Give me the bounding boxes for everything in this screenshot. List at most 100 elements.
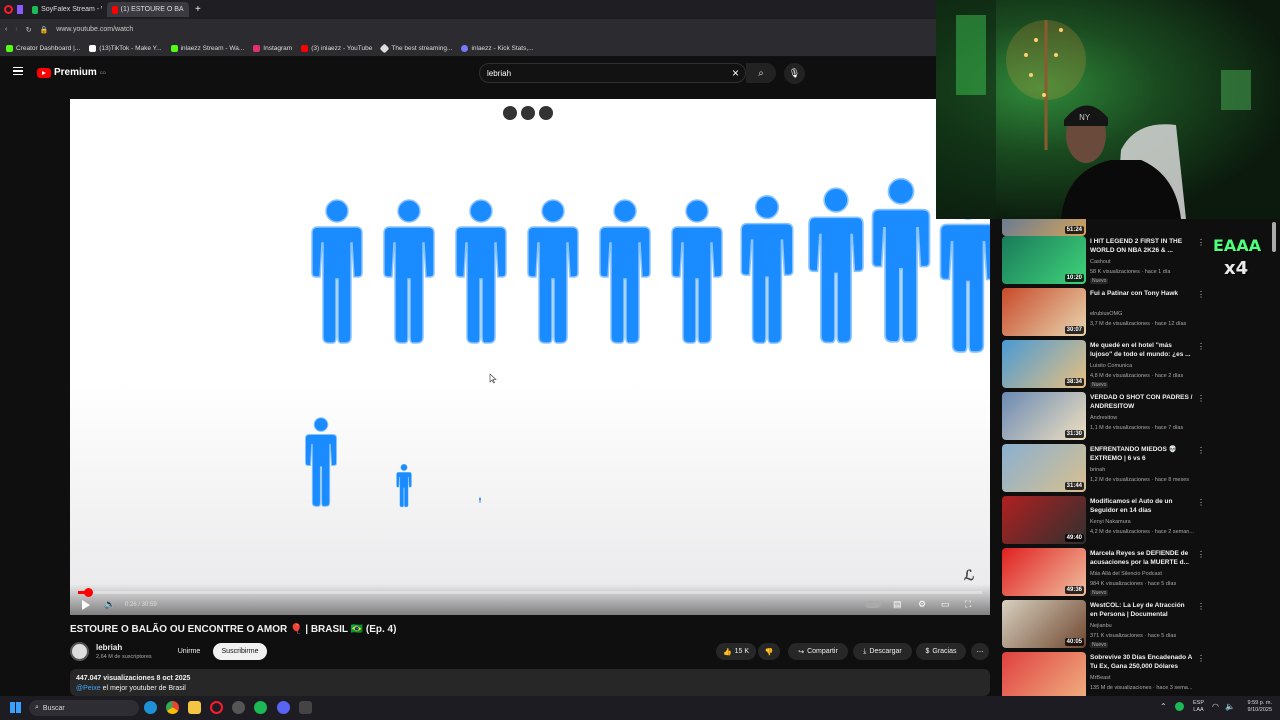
tab-youtube[interactable]: (1) ESTOURE O BALÃO OU — [107, 2, 189, 17]
video-thumbnail[interactable] — [1002, 652, 1086, 696]
copy-icon[interactable] — [503, 106, 517, 120]
bookmark-youtube[interactable]: (3) inlaezz - YouTube — [301, 44, 372, 52]
app-icon[interactable] — [299, 701, 312, 714]
more-options-icon[interactable]: ⋮ — [1197, 550, 1205, 559]
channel-name[interactable]: elrubiusOMG — [1090, 311, 1122, 317]
channel-name[interactable]: Nejianbu — [1090, 623, 1112, 629]
url-field[interactable]: www.youtube.com/watch — [56, 26, 133, 33]
video-title[interactable]: Modificamos el Auto de un Seguidor en 14… — [1090, 497, 1194, 515]
video-thumbnail[interactable]: 40:05 — [1002, 600, 1086, 648]
more-options-icon[interactable]: ⋮ — [1197, 342, 1205, 351]
recommended-video[interactable]: 49:36 Marcela Reyes se DEFIENDE de acusac… — [1002, 548, 1205, 598]
wifi-icon[interactable]: ◠ — [1212, 702, 1219, 711]
video-thumbnail[interactable]: 31:44 — [1002, 444, 1086, 492]
description-mention[interactable]: @Peixe — [76, 685, 101, 692]
scrollbar[interactable] — [1272, 222, 1276, 252]
video-title[interactable]: Sobrevive 30 Días Encadenado A Tu Ex, Ga… — [1090, 653, 1194, 671]
search-input[interactable]: lebriah — [479, 63, 746, 83]
opera-icon[interactable] — [4, 5, 13, 14]
video-title[interactable]: Me quedé en el hotel "más lujoso" de tod… — [1090, 341, 1194, 359]
bookmark-streaming[interactable]: The best streaming... — [379, 43, 452, 53]
recommended-video[interactable]: 30:07 Fui a Patinar con Tony Hawk elrubius… — [1002, 288, 1205, 338]
progress-scrubber[interactable] — [83, 588, 93, 597]
more-options-icon[interactable]: ⋮ — [1197, 654, 1205, 663]
more-options-icon[interactable]: ⋮ — [1197, 290, 1205, 299]
video-thumbnail[interactable]: 30:07 — [1002, 288, 1086, 336]
record-icon[interactable] — [539, 106, 553, 120]
channel-name[interactable]: Luisito Comunica — [1090, 363, 1132, 369]
clock[interactable]: 9:59 p. m. 9/10/2025 — [1240, 700, 1272, 714]
more-actions-button[interactable]: ⋯ — [971, 643, 989, 660]
recommended-video[interactable]: 38:34 Me quedé en el hotel "más lujoso" d… — [1002, 340, 1205, 390]
channel-name[interactable]: MrBeast — [1090, 675, 1110, 681]
bookmark-creator-dashboard[interactable]: Creator Dashboard |... — [6, 44, 80, 52]
like-button[interactable]: 👍 15 K — [716, 643, 756, 660]
channel-name[interactable]: Cashout — [1090, 259, 1111, 265]
language-indicator[interactable]: ESP LAA — [1193, 700, 1204, 714]
spotify-icon[interactable] — [254, 701, 267, 714]
subscribe-button[interactable]: Suscribirme — [213, 643, 267, 660]
obs-icon[interactable] — [232, 701, 245, 714]
file-explorer-icon[interactable] — [188, 701, 201, 714]
video-title[interactable]: I HIT LEGEND 2 FIRST IN THE WORLD ON NBA… — [1090, 237, 1194, 255]
subtitles-icon[interactable]: ▤ — [893, 598, 902, 611]
recommended-video[interactable]: Sobrevive 30 Días Encadenado A Tu Ex, Ga… — [1002, 652, 1205, 696]
back-icon[interactable]: ‹ — [5, 26, 7, 33]
channel-name[interactable]: Andresitow — [1090, 415, 1117, 421]
sidebar-icon[interactable] — [17, 5, 23, 14]
settings-icon[interactable]: ⚙ — [918, 598, 926, 611]
recommended-video[interactable]: 31:30 VERDAD O SHOT CON PADRES / ANDRESIT… — [1002, 392, 1205, 442]
new-tab-button[interactable]: + — [195, 4, 201, 15]
opera-icon[interactable] — [210, 701, 223, 714]
voice-search-button[interactable]: 🎙 — [784, 63, 805, 84]
description-box[interactable]: 447.047 visualizaciones 8 oct 2025 @Peix… — [70, 669, 990, 696]
fullscreen-icon[interactable]: ⛶ — [965, 598, 971, 611]
autoplay-toggle[interactable] — [865, 598, 881, 611]
more-options-icon[interactable]: ⋮ — [1197, 446, 1205, 455]
channel-watermark-icon[interactable]: ℒ — [964, 567, 974, 584]
video-thumbnail[interactable]: 31:30 — [1002, 392, 1086, 440]
video-thumbnail[interactable]: 49:36 — [1002, 548, 1086, 596]
video-thumbnail[interactable]: 38:34 — [1002, 340, 1086, 388]
video-title[interactable]: WestCOL: La Ley de Atracción en Persona … — [1090, 601, 1194, 619]
video-title[interactable]: VERDAD O SHOT CON PADRES / ANDRESITOW — [1090, 393, 1194, 411]
forward-icon[interactable]: › — [15, 26, 17, 33]
channel-name[interactable]: brinah — [1090, 467, 1105, 473]
windows-start-icon[interactable] — [10, 702, 21, 713]
taskbar-search[interactable]: ⌕ Buscar — [29, 700, 139, 716]
join-button[interactable]: Unirme — [171, 643, 207, 660]
channel-name[interactable]: Kenyi Nakamura — [1090, 519, 1131, 525]
reload-icon[interactable]: ↻ — [26, 26, 32, 34]
search-button[interactable]: ⌕ — [746, 63, 776, 83]
theater-mode-icon[interactable]: ▭ — [941, 598, 950, 611]
recommended-video[interactable]: 10:20 I HIT LEGEND 2 FIRST IN THE WORLD O… — [1002, 236, 1205, 286]
more-options-icon[interactable]: ⋮ — [1197, 602, 1205, 611]
video-title[interactable]: Fui a Patinar con Tony Hawk — [1090, 289, 1194, 298]
channel-name[interactable]: lebriah — [96, 643, 122, 652]
youtube-logo[interactable]: Premium CO — [37, 67, 106, 78]
edge-icon[interactable] — [144, 701, 157, 714]
thanks-button[interactable]: $ Gracias — [916, 643, 966, 660]
tray-app-icon[interactable] — [1175, 702, 1184, 711]
menu-icon[interactable] — [13, 67, 23, 75]
sparkle-icon[interactable] — [521, 106, 535, 120]
more-options-icon[interactable]: ⋮ — [1197, 394, 1205, 403]
tray-chevron-icon[interactable]: ⌃ — [1160, 702, 1167, 711]
discord-icon[interactable] — [277, 701, 290, 714]
volume-icon[interactable]: 🔈 — [1225, 702, 1235, 711]
bookmark-instagram[interactable]: Instagram — [253, 44, 292, 52]
channel-name[interactable]: Más Allá del Silencio Podcast — [1090, 571, 1162, 577]
progress-bar[interactable] — [78, 588, 982, 597]
video-title[interactable]: Marcela Reyes se DEFIENDE de acusaciones… — [1090, 549, 1194, 567]
bookmark-kick-stats[interactable]: inlaezz - Kick Stats,... — [461, 44, 534, 52]
video-thumbnail[interactable]: 49:40 — [1002, 496, 1086, 544]
video-title[interactable]: ENFRENTANDO MIEDOS 💀 EXTREMO | 6 vs 6 — [1090, 445, 1194, 463]
volume-icon[interactable]: 🔈 — [104, 598, 115, 611]
video-thumbnail[interactable]: 10:20 — [1002, 236, 1086, 284]
recommended-video[interactable]: 49:40 Modificamos el Auto de un Seguidor … — [1002, 496, 1205, 546]
video-player[interactable]: ℒ — [70, 99, 990, 615]
dislike-button[interactable]: 👎 — [758, 643, 780, 660]
video-thumbnail[interactable]: 51:24 — [1002, 219, 1086, 236]
chrome-icon[interactable] — [166, 701, 179, 714]
share-button[interactable]: ↪ Compartir — [788, 643, 848, 660]
